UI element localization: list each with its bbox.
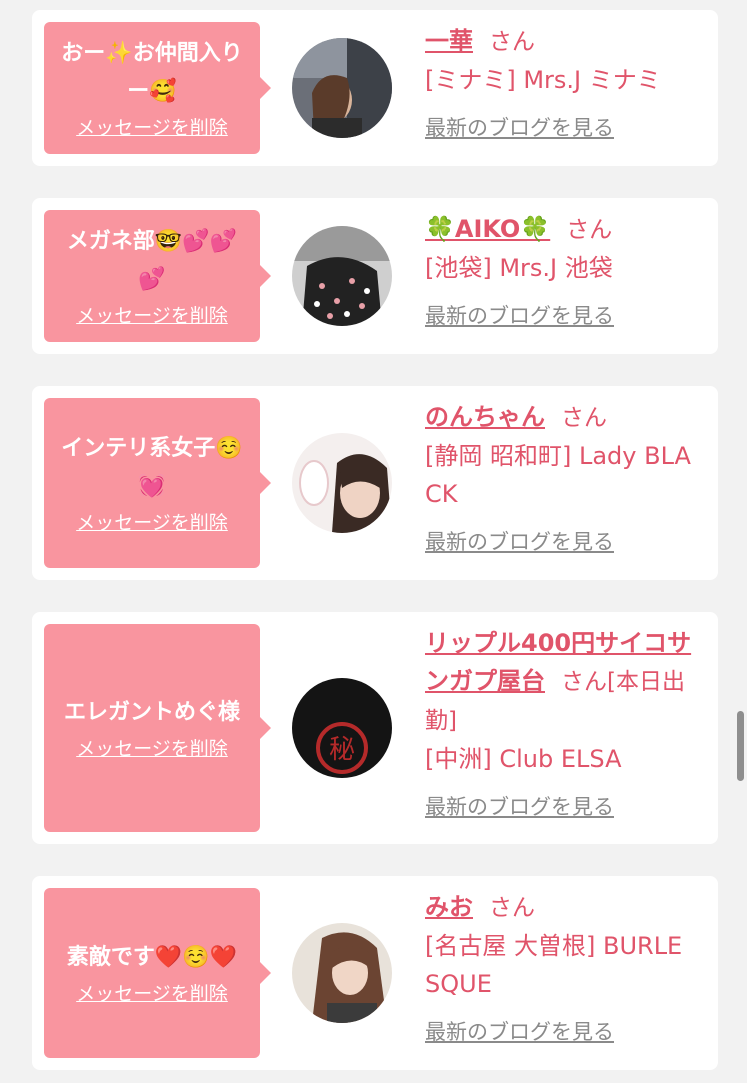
profile-name-link[interactable]: のんちゃん — [425, 403, 545, 431]
avatar[interactable] — [292, 38, 392, 138]
profile-info: みお さん [名古屋 大曽根] BURLESQUE 最新のブログを見る — [425, 888, 695, 1047]
avatar-photo-icon — [292, 38, 392, 138]
shop-label: [名古屋 大曽根] BURLESQUE — [425, 932, 683, 998]
profile-name-link[interactable]: 一華 — [425, 27, 473, 55]
message-text: おー✨お仲間入りー🥰 — [61, 41, 243, 104]
profile-info: 🍀AIKO🍀 さん [池袋] Mrs.J 池袋 最新のブログを見る — [425, 210, 695, 331]
shop-label: [静岡 昭和町] Lady BLACK — [425, 442, 691, 508]
scrollbar[interactable] — [737, 711, 744, 781]
name-line: 🍀AIKO🍀 さん — [425, 210, 695, 249]
profile-info: のんちゃん さん [静岡 昭和町] Lady BLACK 最新のブログを見る — [425, 398, 695, 557]
name-line: 一華 さん — [425, 22, 695, 61]
shop-label: [池袋] Mrs.J 池袋 — [425, 254, 613, 282]
latest-blog-link[interactable]: 最新のブログを見る — [425, 527, 614, 557]
avatar[interactable] — [292, 923, 392, 1023]
avatar-photo-icon: 秘 — [292, 678, 392, 778]
name-line: リップル400円サイコサンガプ屋台 さん[本日出勤] — [425, 624, 695, 740]
avatar-photo-icon — [292, 923, 392, 1023]
message-text: メガネ部🤓💕💕💕 — [66, 229, 238, 292]
message-bubble: おー✨お仲間入りー🥰 メッセージを削除 — [44, 22, 271, 154]
delete-message-link[interactable]: メッセージを削除 — [76, 303, 228, 329]
message-card: 素敵です❤️☺️❤️ メッセージを削除 みお さん [名古屋 大曽根] BURLE… — [32, 876, 718, 1070]
message-card: エレガントめぐ様 メッセージを削除 秘 リップル400円サイコサンガプ屋台 さん[… — [32, 612, 718, 844]
latest-blog-link[interactable]: 最新のブログを見る — [425, 792, 614, 822]
honorific-label: さん — [489, 895, 535, 921]
delete-message-link[interactable]: メッセージを削除 — [76, 736, 228, 762]
avatar-photo-icon — [292, 226, 392, 326]
name-line: のんちゃん さん — [425, 398, 695, 437]
message-bubble: メガネ部🤓💕💕💕 メッセージを削除 — [44, 210, 271, 342]
message-text: インテリ系女子☺️💓 — [61, 436, 243, 499]
message-bubble: インテリ系女子☺️💓 メッセージを削除 — [44, 398, 271, 568]
profile-info: リップル400円サイコサンガプ屋台 さん[本日出勤] [中洲] Club ELSA… — [425, 624, 695, 822]
latest-blog-link[interactable]: 最新のブログを見る — [425, 113, 614, 143]
latest-blog-link[interactable]: 最新のブログを見る — [425, 301, 614, 331]
svg-text:秘: 秘 — [329, 735, 355, 765]
honorific-label: さん — [489, 29, 535, 55]
message-bubble: 素敵です❤️☺️❤️ メッセージを削除 — [44, 888, 271, 1058]
shop-label: [ミナミ] Mrs.J ミナミ — [425, 66, 661, 94]
message-bubble: エレガントめぐ様 メッセージを削除 — [44, 624, 271, 832]
delete-message-link[interactable]: メッセージを削除 — [76, 115, 228, 141]
name-line: みお さん — [425, 888, 695, 927]
avatar[interactable] — [292, 226, 392, 326]
delete-message-link[interactable]: メッセージを削除 — [76, 981, 228, 1007]
message-card: メガネ部🤓💕💕💕 メッセージを削除 🍀AIKO🍀 さん [池袋] Mrs.J 池袋… — [32, 198, 718, 354]
message-text: 素敵です❤️☺️❤️ — [66, 945, 238, 970]
profile-info: 一華 さん [ミナミ] Mrs.J ミナミ 最新のブログを見る — [425, 22, 695, 143]
avatar-photo-icon — [292, 433, 392, 533]
honorific-label: さん — [566, 217, 613, 243]
shop-label: [中洲] Club ELSA — [425, 745, 622, 773]
honorific-label: さん — [561, 405, 607, 431]
profile-name-link[interactable]: みお — [425, 893, 473, 921]
message-card: おー✨お仲間入りー🥰 メッセージを削除 一華 さん [ミナミ] Mrs.J ミナミ… — [32, 10, 718, 166]
message-text: エレガントめぐ様 — [63, 700, 240, 725]
delete-message-link[interactable]: メッセージを削除 — [76, 510, 228, 536]
message-card: インテリ系女子☺️💓 メッセージを削除 のんちゃん さん [静岡 昭和町] Lad… — [32, 386, 718, 580]
profile-name-link[interactable]: 🍀AIKO🍀 — [425, 215, 550, 243]
avatar[interactable]: 秘 — [292, 678, 392, 778]
avatar[interactable] — [292, 433, 392, 533]
latest-blog-link[interactable]: 最新のブログを見る — [425, 1017, 614, 1047]
